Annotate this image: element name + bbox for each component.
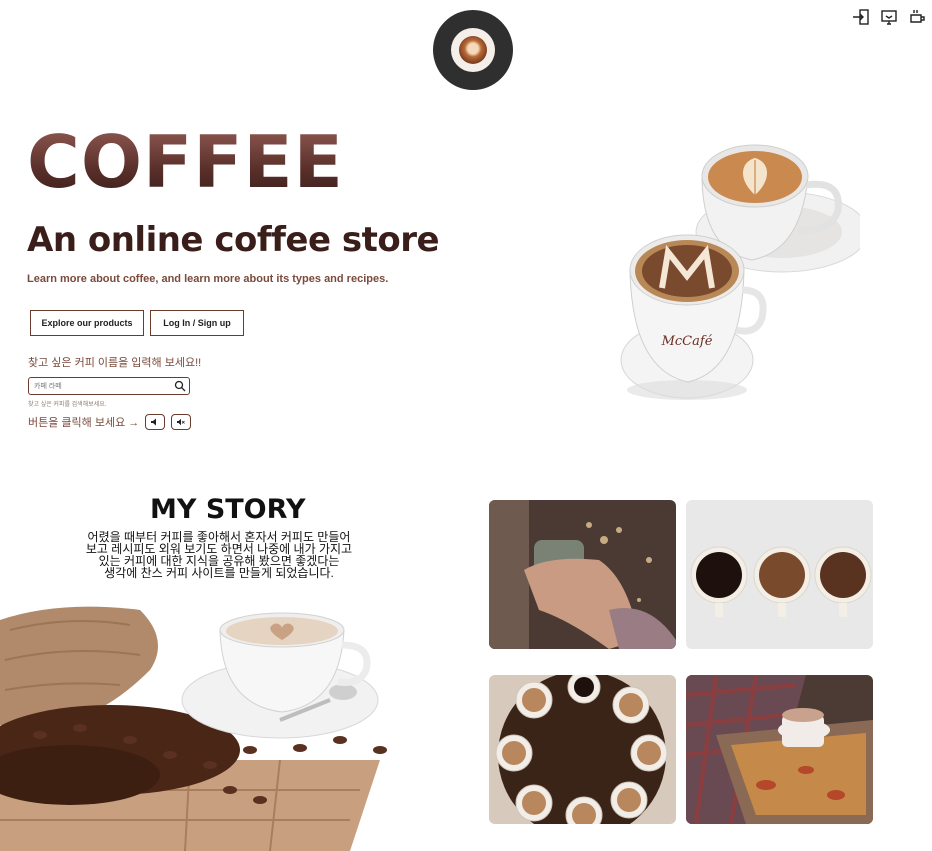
top-icons <box>852 8 926 26</box>
search-prompt: 찾고 싶은 커피 이름을 입력해 보세요!! <box>28 357 202 369</box>
search-box <box>28 377 190 395</box>
photo-cocoa-tray <box>686 675 873 824</box>
click-label: 버튼을 클릭해 보세요 → <box>28 417 140 429</box>
latte-art <box>459 36 487 64</box>
site-logo[interactable] <box>433 10 513 90</box>
hero-description: Learn more about coffee, and learn more … <box>27 273 389 285</box>
mute-button[interactable] <box>171 414 192 430</box>
explore-products-button[interactable]: Explore our products <box>30 310 144 336</box>
hero-subtitle: An online coffee store <box>27 220 440 260</box>
photo-cups-circle <box>489 675 676 824</box>
story-text: 어렸을 때부터 커피를 좋아해서 혼자서 커피도 만들어 보고 레시피도 외워 … <box>60 531 378 579</box>
speaker-icon <box>151 418 157 426</box>
click-row: 버튼을 클릭해 보세요 → <box>28 414 192 430</box>
coffee-cup-logo-icon <box>451 28 495 72</box>
screen-icon[interactable] <box>880 8 898 26</box>
login-icon[interactable] <box>852 8 870 26</box>
sound-on-button[interactable] <box>145 414 166 430</box>
cup-brand-text: McCafé <box>661 334 713 349</box>
search-input[interactable] <box>29 379 174 393</box>
coffee-beans-cup-image <box>0 606 387 851</box>
mute-icon <box>177 418 186 426</box>
coffee-mug-icon[interactable] <box>908 8 926 26</box>
photo-three-cups <box>686 500 873 649</box>
search-hint: 찾고 싶은 커피를 검색해보세요. <box>28 402 107 408</box>
photo-hands-mug <box>489 500 676 649</box>
story-title: MY STORY <box>150 494 306 525</box>
login-signup-button[interactable]: Log In / Sign up <box>150 310 244 336</box>
hero-title: COFFEE <box>27 120 344 204</box>
search-icon[interactable] <box>174 380 186 392</box>
story-line: 생각에 찬스 커피 사이트를 만들게 되었습니다. <box>104 566 334 580</box>
hero-coffee-cups-image: McCafé <box>620 144 860 400</box>
